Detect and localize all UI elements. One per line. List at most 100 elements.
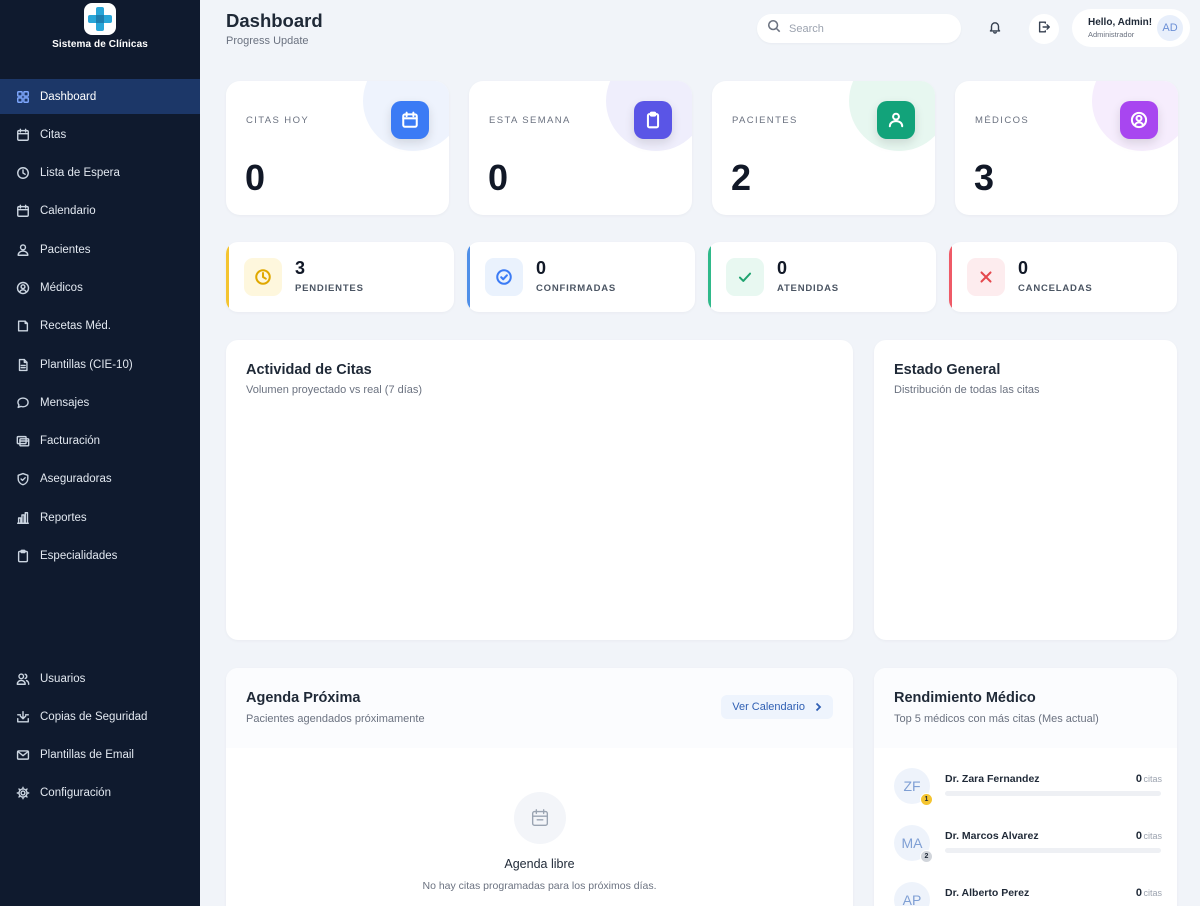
stat-value: 3 <box>974 157 995 198</box>
sidebar-item-configuracion[interactable]: Configuración <box>0 776 200 811</box>
users-icon <box>877 101 915 139</box>
mail-icon <box>16 748 30 762</box>
sidebar-item-label: Citas <box>40 128 67 141</box>
doctor-row[interactable]: MA 2 Dr. Marcos Alvarez 0 citas <box>894 825 1162 865</box>
stat-label: MÉDICOS <box>975 115 1030 126</box>
panel-subtitle: Volumen proyectado vs real (7 días) <box>246 384 423 396</box>
search-input[interactable] <box>789 22 949 35</box>
logout-button[interactable] <box>1029 14 1059 44</box>
clock-icon <box>244 258 282 296</box>
empty-state-title: Agenda libre <box>504 857 575 871</box>
sidebar-item-recetas[interactable]: Recetas Méd. <box>0 309 200 344</box>
stat-card-esta-semana: ESTA SEMANA 0 <box>469 81 692 215</box>
user-role: Administrador <box>1088 30 1135 39</box>
grid-icon <box>16 90 30 104</box>
status-card-confirmadas: 0 CONFIRMADAS <box>467 242 695 312</box>
users-icon <box>16 243 30 257</box>
sidebar-item-facturacion[interactable]: Facturación <box>0 424 200 459</box>
status-value: 3 <box>295 258 306 278</box>
sidebar-item-label: Médicos <box>40 281 83 294</box>
clock-icon <box>16 166 30 180</box>
sidebar-item-reportes[interactable]: Reportes <box>0 500 200 535</box>
sidebar-item-citas[interactable]: Citas <box>0 117 200 152</box>
sidebar-item-label: Recetas Méd. <box>40 320 111 333</box>
avatar: AD <box>1157 15 1183 41</box>
panel-subtitle: Top 5 médicos con más citas (Mes actual) <box>894 713 1099 725</box>
sidebar-item-label: Dashboard <box>40 90 97 103</box>
status-card-canceladas: 0 CANCELADAS <box>949 242 1177 312</box>
performance-panel: Rendimiento Médico Top 5 médicos con más… <box>874 668 1177 906</box>
sidebar-item-label: Calendario <box>40 205 96 218</box>
panel-title: Agenda Próxima <box>246 690 361 706</box>
doctor-count: 0 <box>1135 773 1142 785</box>
doctor-name: Dr. Marcos Alvarez <box>945 830 1039 842</box>
empty-state-subtitle: No hay citas programadas para los próxim… <box>422 880 657 892</box>
stat-value: 2 <box>731 157 752 198</box>
count-unit: citas <box>1143 888 1162 898</box>
sidebar-item-label: Facturación <box>40 435 101 448</box>
doctor-row[interactable]: AP Dr. Alberto Perez 0 citas <box>894 882 1162 906</box>
sidebar-item-lista-de-espera[interactable]: Lista de Espera <box>0 156 200 191</box>
sidebar-item-label: Usuarios <box>40 672 86 685</box>
clipboard-icon <box>16 549 30 563</box>
sidebar-item-plantillas-de-email[interactable]: Plantillas de Email <box>0 738 200 773</box>
stat-label: ESTA SEMANA <box>489 115 571 126</box>
stat-card-citas-hoy: CITAS HOY 0 <box>226 81 449 215</box>
activity-panel: Actividad de Citas Volumen proyectado vs… <box>226 340 853 640</box>
sidebar-nav: Dashboard Citas Lista de Espera Calendar… <box>0 79 200 577</box>
panel-title: Actividad de Citas <box>246 362 372 378</box>
panel-subtitle: Pacientes agendados próximamente <box>246 713 425 725</box>
status-label: CANCELADAS <box>1018 283 1093 294</box>
sidebar-item-pacientes[interactable]: Pacientes <box>0 232 200 267</box>
sidebar: Sistema de Clínicas Dashboard Citas List… <box>0 0 200 906</box>
file-icon <box>16 358 30 372</box>
sidebar-item-medicos[interactable]: Médicos <box>0 270 200 305</box>
page-title: Dashboard <box>226 10 323 31</box>
avatar: AP <box>894 882 930 906</box>
sidebar-item-label: Configuración <box>40 787 111 800</box>
sidebar-item-usuarios[interactable]: Usuarios <box>0 661 200 696</box>
status-general-panel: Estado General Distribución de todas las… <box>874 340 1177 640</box>
user-menu[interactable]: Hello, Admin! Administrador AD <box>1072 9 1190 47</box>
gear-icon <box>16 786 30 800</box>
download-icon <box>16 710 30 724</box>
doctor-name: Dr. Alberto Perez <box>945 887 1030 899</box>
sidebar-item-plantillas-cie10[interactable]: Plantillas (CIE-10) <box>0 347 200 382</box>
sidebar-item-label: Copias de Seguridad <box>40 710 148 723</box>
shield-icon <box>16 472 30 486</box>
status-value: 0 <box>1018 258 1029 278</box>
progress-track <box>945 791 1161 796</box>
status-label: ATENDIDAS <box>777 283 839 294</box>
rank-badge: 1 <box>920 793 933 806</box>
status-label: PENDIENTES <box>295 283 364 294</box>
sidebar-item-especialidades[interactable]: Especialidades <box>0 539 200 574</box>
user-circle-icon <box>1120 101 1158 139</box>
status-value: 0 <box>536 258 547 278</box>
panel-title: Rendimiento Médico <box>894 690 1036 706</box>
sidebar-item-label: Aseguradoras <box>40 473 112 486</box>
doctor-count: 0 <box>1135 887 1142 899</box>
brand: Sistema de Clínicas <box>0 0 200 62</box>
sidebar-item-calendario[interactable]: Calendario <box>0 194 200 229</box>
stat-card-pacientes: PACIENTES 2 <box>712 81 935 215</box>
doctor-row[interactable]: ZF 1 Dr. Zara Fernandez 0 citas <box>894 768 1162 808</box>
search-icon <box>767 19 781 38</box>
sidebar-item-mensajes[interactable]: Mensajes <box>0 385 200 420</box>
stat-label: PACIENTES <box>732 115 798 126</box>
search-box <box>757 14 961 43</box>
status-label: CONFIRMADAS <box>536 283 617 294</box>
clipboard-icon <box>634 101 672 139</box>
billing-icon <box>16 434 30 448</box>
notifications-button[interactable] <box>980 14 1010 44</box>
sidebar-item-dashboard[interactable]: Dashboard <box>0 79 200 114</box>
sidebar-item-label: Lista de Espera <box>40 167 120 180</box>
logout-icon <box>1037 20 1051 39</box>
sidebar-item-copias-de-seguridad[interactable]: Copias de Seguridad <box>0 699 200 734</box>
stat-label: CITAS HOY <box>246 115 310 126</box>
progress-track <box>945 848 1161 853</box>
ver-calendario-button[interactable]: Ver Calendario <box>721 695 833 719</box>
status-value: 0 <box>777 258 788 278</box>
sidebar-item-label: Pacientes <box>40 243 91 256</box>
book-icon <box>16 319 30 333</box>
sidebar-item-aseguradoras[interactable]: Aseguradoras <box>0 462 200 497</box>
